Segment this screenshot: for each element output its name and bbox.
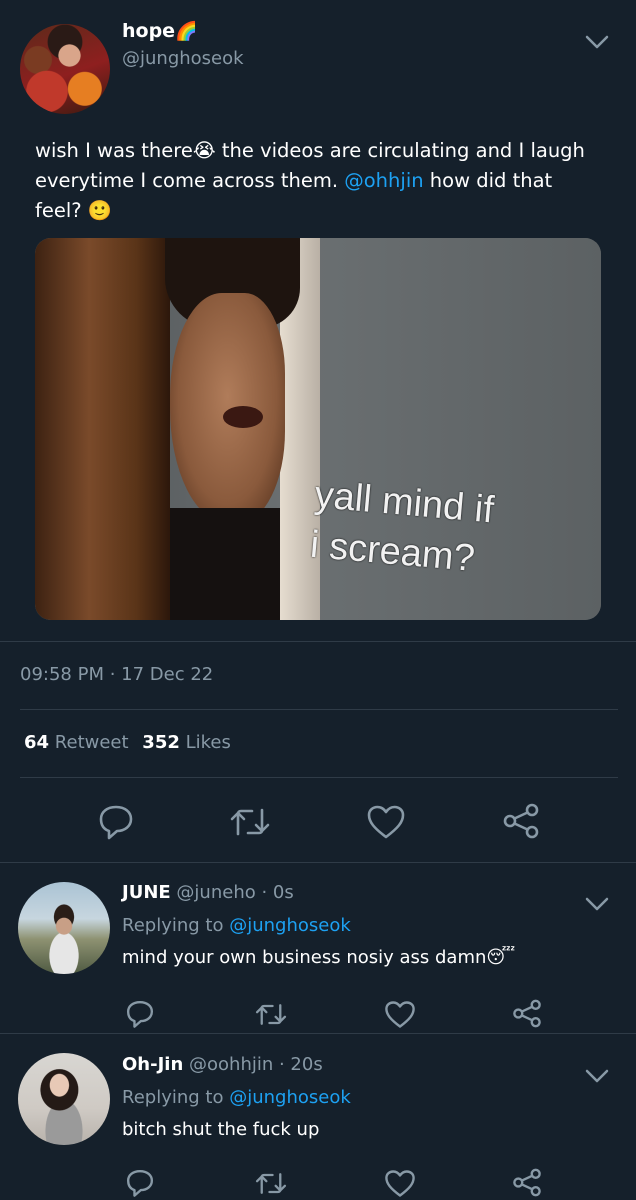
rainbow-emoji: 🌈: [175, 21, 198, 42]
display-name[interactable]: hope🌈: [122, 20, 198, 42]
avatar[interactable]: [18, 882, 110, 974]
divider: [20, 709, 618, 710]
tweet-text-part: wish I was there: [35, 139, 193, 162]
chevron-down-icon[interactable]: [584, 896, 610, 912]
tweet-timestamp[interactable]: 09:58 PM · 17 Dec 22: [20, 664, 213, 685]
share-icon[interactable]: [512, 1168, 542, 1197]
share-icon[interactable]: [512, 999, 542, 1028]
reply-header: JUNE @juneho · 0s: [122, 882, 294, 903]
chevron-down-icon[interactable]: [584, 34, 610, 50]
replying-prefix: Replying to: [122, 915, 230, 936]
divider: [0, 1033, 636, 1034]
sleeping-emoji: 😴: [486, 947, 516, 968]
retweet-icon[interactable]: [228, 806, 272, 838]
like-icon[interactable]: [366, 804, 406, 840]
mouth-shape: [223, 406, 263, 428]
share-icon[interactable]: [502, 803, 540, 839]
replying-to: Replying to @junghoseok: [122, 915, 351, 936]
avatar[interactable]: [20, 24, 110, 114]
reply-text: bitch shut the fuck up: [122, 1119, 320, 1140]
reply-icon[interactable]: [124, 999, 156, 1029]
like-icon[interactable]: [384, 1169, 416, 1198]
user-handle[interactable]: @oohhjin · 20s: [189, 1054, 323, 1075]
display-name[interactable]: Oh-Jin: [122, 1054, 183, 1075]
display-name[interactable]: JUNE: [122, 882, 171, 903]
chevron-down-icon[interactable]: [584, 1068, 610, 1084]
tweet-image[interactable]: yall mind if i scream?: [35, 238, 601, 620]
smile-emoji: 🙂: [87, 199, 113, 222]
retweet-icon[interactable]: [254, 1171, 288, 1196]
reply-text-body: mind your own business nosiy ass damn: [122, 947, 487, 968]
avatar[interactable]: [18, 1053, 110, 1145]
face-shape: [170, 293, 285, 523]
reply-icon[interactable]: [124, 1168, 156, 1198]
user-handle[interactable]: @junghoseok: [122, 48, 244, 69]
retweet-label[interactable]: Retweet: [55, 732, 129, 753]
retweet-icon[interactable]: [254, 1002, 288, 1027]
mention-link[interactable]: @ohhjin: [344, 169, 423, 192]
reply-text: mind your own business nosiy ass damn😴: [122, 947, 515, 968]
mention-link[interactable]: @junghoseok: [229, 1087, 351, 1108]
reply-icon[interactable]: [96, 803, 136, 841]
shoulder-shape: [170, 508, 280, 620]
mention-link[interactable]: @junghoseok: [229, 915, 351, 936]
like-icon[interactable]: [384, 1000, 416, 1029]
tweet-stats: 64 Retweet 352 Likes: [24, 732, 231, 753]
tweet-text: wish I was there😭 the videos are circula…: [35, 136, 605, 226]
reply-header: Oh-Jin @oohhjin · 20s: [122, 1054, 323, 1075]
divider: [0, 862, 636, 863]
user-handle[interactable]: @juneho · 0s: [176, 882, 293, 903]
like-count[interactable]: 352: [142, 732, 180, 753]
replying-to: Replying to @junghoseok: [122, 1087, 351, 1108]
retweet-count[interactable]: 64: [24, 732, 49, 753]
crying-emoji: 😭: [192, 139, 216, 162]
door-shape: [35, 238, 170, 620]
display-name-text: hope: [122, 20, 176, 42]
divider: [0, 641, 636, 642]
divider: [20, 777, 618, 778]
replying-prefix: Replying to: [122, 1087, 230, 1108]
like-label[interactable]: Likes: [186, 732, 231, 753]
